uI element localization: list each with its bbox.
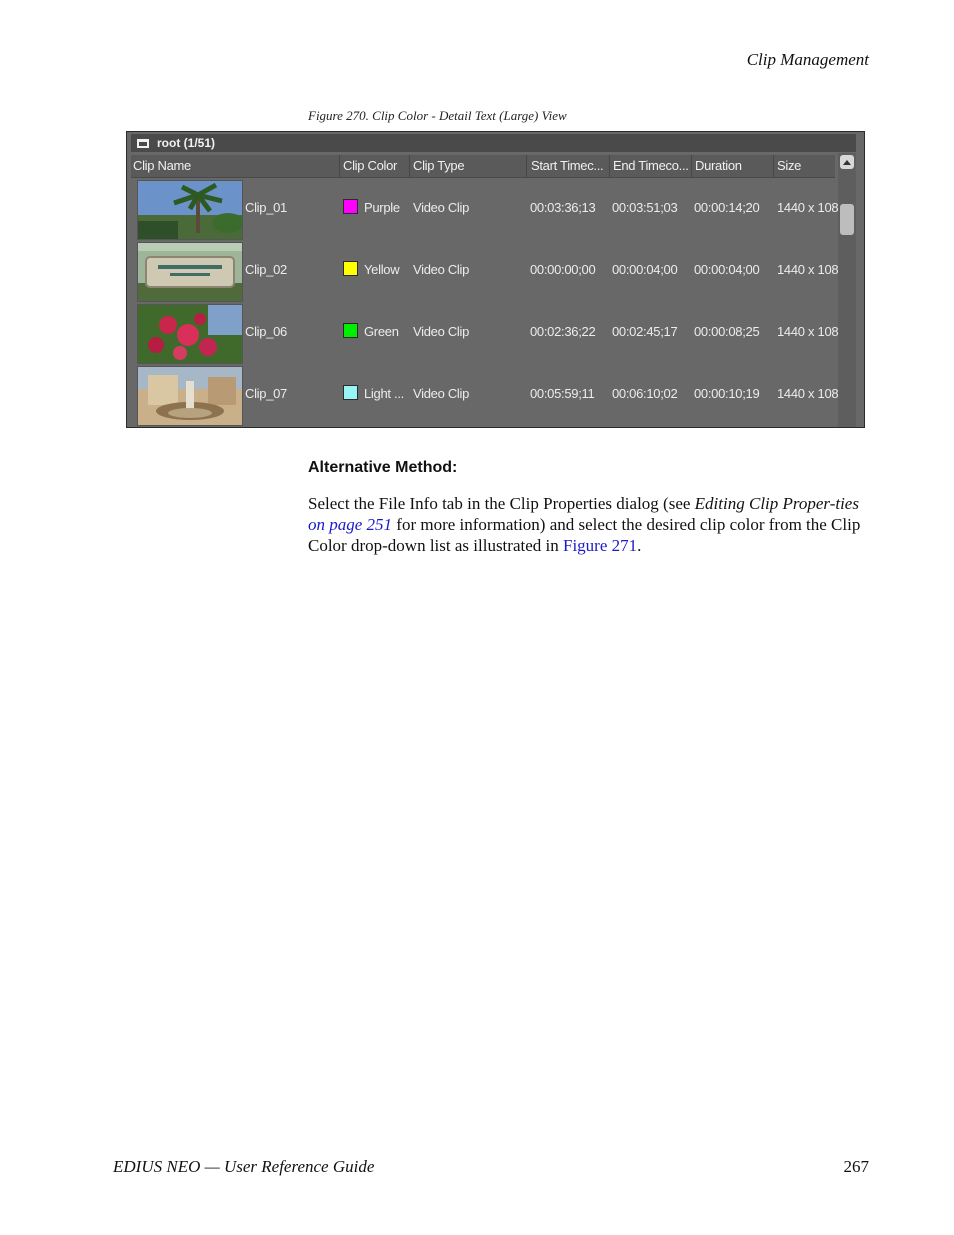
body-paragraph: Select the File Info tab in the Clip Pro… <box>308 493 873 556</box>
scroll-thumb[interactable] <box>840 204 854 235</box>
column-header-clip-type[interactable]: Clip Type <box>413 158 465 173</box>
bin-window: root (1/51) Clip Name Clip Color Clip Ty… <box>126 131 865 428</box>
page-reference-link[interactable]: on page 251 <box>308 515 392 534</box>
clip-thumbnail-palm-tree <box>137 180 243 240</box>
clip-start-timecode: 00:03:36;13 <box>530 200 596 215</box>
para-text-3: . <box>637 536 642 555</box>
clip-thumbnail-flowers <box>137 304 243 364</box>
clip-type: Video Clip <box>413 324 470 339</box>
clip-start-timecode: 00:02:36;22 <box>530 324 596 339</box>
clip-row[interactable]: Clip_02 Yellow Video Clip 00:00:00;00 00… <box>131 241 839 303</box>
clip-start-timecode: 00:00:00;00 <box>530 262 596 277</box>
clip-type: Video Clip <box>413 262 470 277</box>
clip-thumbnail-fountain <box>137 366 243 426</box>
clip-size: 1440 x 108 <box>777 386 839 401</box>
clip-size: 1440 x 108 <box>777 262 839 277</box>
column-header-size[interactable]: Size <box>777 158 801 173</box>
clip-name: Clip_02 <box>245 262 287 277</box>
column-header-row: Clip Name Clip Color Clip Type Start Tim… <box>131 155 835 178</box>
clip-color-label: Yellow <box>364 262 400 277</box>
clip-end-timecode: 00:06:10;02 <box>612 386 678 401</box>
figure-caption: Figure 270. Clip Color - Detail Text (La… <box>308 108 567 123</box>
clip-name: Clip_01 <box>245 200 287 215</box>
clip-color-label: Green <box>364 324 399 339</box>
clip-end-timecode: 00:03:51;03 <box>612 200 678 215</box>
figure-271-link[interactable]: Figure 271 <box>563 536 637 555</box>
bin-title-bar[interactable]: root (1/51) <box>131 134 856 152</box>
clip-type: Video Clip <box>413 386 470 401</box>
clip-duration: 00:00:14;20 <box>694 200 760 215</box>
reference-title: Editing Clip Proper-ties <box>694 494 859 513</box>
column-header-start-timecode[interactable]: Start Timec... <box>531 158 604 173</box>
page-header-section: Clip Management <box>746 50 869 69</box>
footer-guide-title: EDIUS NEO — User Reference Guide <box>113 1157 375 1176</box>
clip-row[interactable]: Clip_01 Purple Video Clip 00:03:36;13 00… <box>131 179 839 241</box>
clip-start-timecode: 00:05:59;11 <box>530 386 595 401</box>
clip-thumbnail-sign <box>137 242 243 302</box>
clip-duration: 00:00:10;19 <box>694 386 760 401</box>
clip-duration: 00:00:04;00 <box>694 262 760 277</box>
clip-size: 1440 x 108 <box>777 200 839 215</box>
clip-color-swatch <box>343 323 358 338</box>
clip-color-label: Light ... <box>364 386 404 401</box>
clip-end-timecode: 00:02:45;17 <box>612 324 678 339</box>
para-text-1: Select the File Info tab in the Clip Pro… <box>308 494 695 513</box>
clip-color-swatch <box>343 385 358 400</box>
column-header-duration[interactable]: Duration <box>695 158 742 173</box>
clip-name: Clip_07 <box>245 386 287 401</box>
clip-color-swatch <box>343 261 358 276</box>
folder-icon <box>137 138 149 148</box>
scroll-up-arrow-icon[interactable] <box>840 155 854 169</box>
footer-page-number: 267 <box>843 1157 870 1176</box>
bin-title-text: root (1/51) <box>157 136 216 150</box>
column-header-clip-color[interactable]: Clip Color <box>343 158 397 173</box>
clip-color-swatch <box>343 199 358 214</box>
clip-type: Video Clip <box>413 200 470 215</box>
clip-row[interactable]: Clip_06 Green Video Clip 00:02:36;22 00:… <box>131 303 839 365</box>
clip-end-timecode: 00:00:04;00 <box>612 262 678 277</box>
column-header-end-timecode[interactable]: End Timeco... <box>613 158 689 173</box>
clip-size: 1440 x 108 <box>777 324 839 339</box>
clip-list: Clip_01 Purple Video Clip 00:03:36;13 00… <box>131 179 839 427</box>
clip-name: Clip_06 <box>245 324 287 339</box>
vertical-scrollbar[interactable] <box>838 153 856 427</box>
clip-duration: 00:00:08;25 <box>694 324 760 339</box>
clip-color-label: Purple <box>364 200 400 215</box>
clip-row[interactable]: Clip_07 Light ... Video Clip 00:05:59;11… <box>131 365 839 427</box>
section-heading: Alternative Method: <box>308 459 458 476</box>
column-header-clip-name[interactable]: Clip Name <box>133 158 191 173</box>
